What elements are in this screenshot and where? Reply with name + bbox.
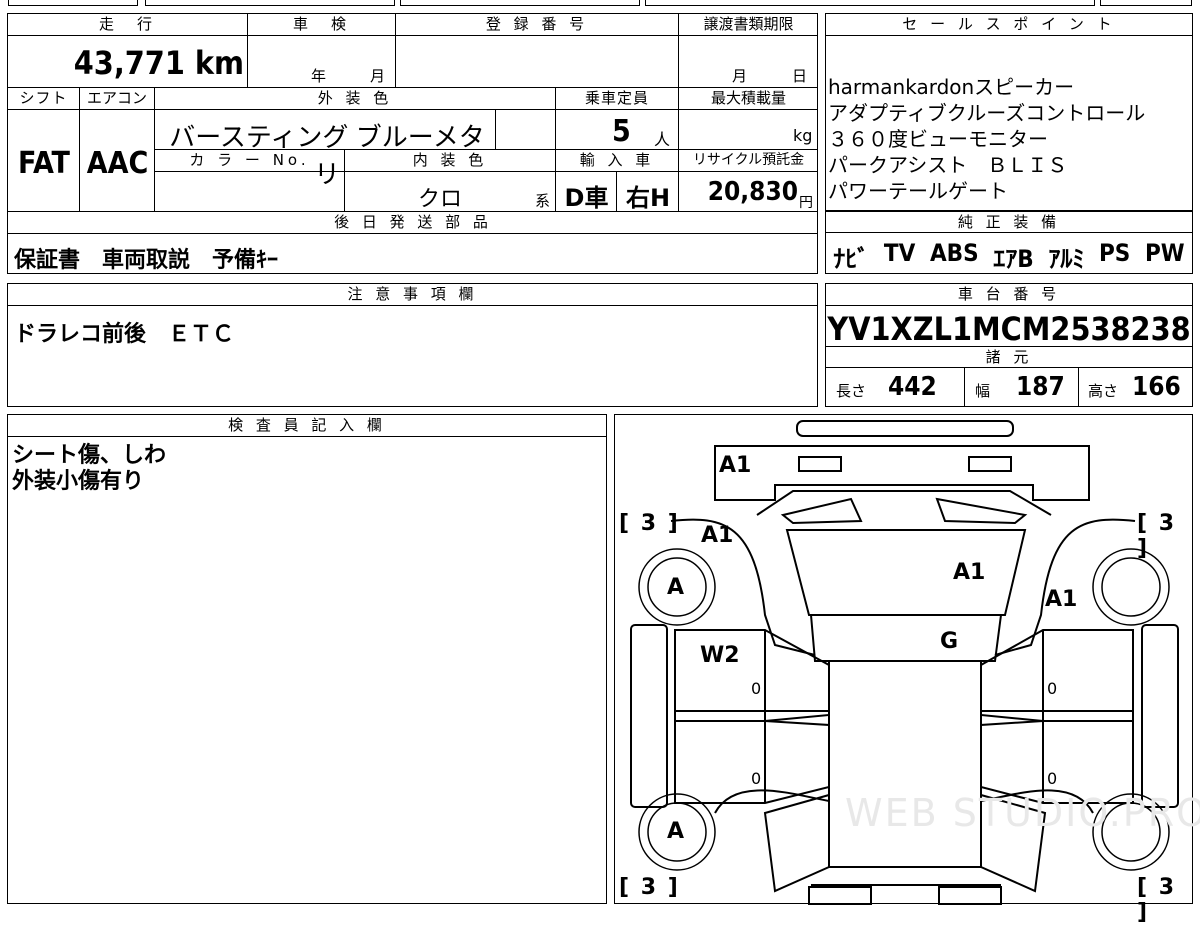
door-zero: 0 <box>751 769 762 788</box>
mark-tire-front: A <box>667 575 685 600</box>
inspector-box: 検 査 員 記 入 欄 シート傷、しわ 外装小傷有り <box>7 414 607 904</box>
height-label: 高さ <box>1088 382 1119 400</box>
max-load-unit: kg <box>793 126 813 145</box>
mileage-value: 43,771 km <box>73 44 244 82</box>
equipment-item: ABS <box>929 239 979 267</box>
watermark: WEB STUDIO.PRO <box>845 791 1200 835</box>
mark-front-right: A1 <box>1045 587 1078 612</box>
sales-point-item: アダプティブクルーズコントロール <box>828 101 1146 125</box>
recycle-value: 20,830 <box>707 177 798 207</box>
color-no-header: カ ラ ー No. <box>155 150 345 172</box>
equipment-item: ﾅﾋﾞ <box>833 245 870 273</box>
tread-rear-left: [ 3 ] <box>619 875 680 900</box>
mileage-header: 走 行 <box>8 14 248 36</box>
interior-color-suffix: 系 <box>535 192 551 210</box>
inspector-header: 検 査 員 記 入 欄 <box>8 415 606 437</box>
registration-value <box>396 36 679 88</box>
mark-front-bumper: A1 <box>719 453 752 478</box>
width-value: 187 <box>1016 372 1065 402</box>
notes-box: 注 意 事 項 欄 ドラレコ前後 ＥＴＣ <box>7 283 818 407</box>
mark-front-left: A1 <box>701 523 734 548</box>
aircon-header: エアコン <box>80 88 155 110</box>
chassis-box: 車 台 番 号 YV1XZL1MCM2538238 諸 元 長さ 442 幅 1… <box>825 283 1193 407</box>
mark-hood: A1 <box>953 560 986 585</box>
height-value: 166 <box>1132 372 1181 402</box>
transfer-deadline-header: 譲渡書類期限 <box>679 14 818 36</box>
equipment-box: 純 正 装 備 ﾅﾋﾞ TV ABS ｴｱB ｱﾙﾐ PS PW <box>825 211 1193 274</box>
sales-point-item: ３６０度ビューモニター <box>828 127 1048 151</box>
equipment-item: TV <box>883 239 916 267</box>
inspector-notes: シート傷、しわ 外装小傷有り <box>12 443 166 495</box>
capacity-header: 乗車定員 <box>556 88 679 110</box>
import-header: 輸 入 車 <box>556 150 679 172</box>
sales-point-header: セ ー ル ス ポ イ ン ト <box>826 14 1192 36</box>
chassis-number: YV1XZL1MCM2538238 <box>827 310 1191 348</box>
door-zero: 0 <box>1047 769 1058 788</box>
color-no-value <box>155 172 345 212</box>
inspection-month-label: 月 <box>370 67 386 85</box>
inspection-year-label: 年 <box>311 67 327 85</box>
import-dealer-value: D車 <box>564 184 609 212</box>
import-handle-value: 右H <box>625 184 671 212</box>
exterior-color-header: 外 装 色 <box>155 88 556 110</box>
equipment-header: 純 正 装 備 <box>826 211 1192 233</box>
max-load-header: 最大積載量 <box>679 88 818 110</box>
door-zero: 0 <box>751 679 762 698</box>
sales-point-item: パワーテールゲート <box>828 179 1008 203</box>
width-label: 幅 <box>975 382 991 400</box>
tread-rear-right: [ 3 ] <box>1137 875 1177 925</box>
tread-front-left: [ 3 ] <box>619 511 680 536</box>
inspector-note-line: シート傷、しわ <box>12 443 167 468</box>
transfer-month-label: 月 <box>732 67 748 85</box>
interior-color-header: 内 装 色 <box>345 150 556 172</box>
capacity-value: 5 <box>612 114 631 149</box>
sales-point-item: harmankardonスピーカー <box>828 75 1075 99</box>
aircon-value: AAC <box>86 146 149 181</box>
equipment-item: ｴｱB <box>993 245 1034 273</box>
equipment-item: PW <box>1144 239 1185 267</box>
capacity-unit: 人 <box>654 130 671 149</box>
car-diagram: A1 A1 A1 A1 G W2 A A [ 3 ] [ 3 ] [ 3 ] [… <box>614 414 1200 925</box>
sales-point-item: パークアシスト ＢＬＩＳ <box>828 153 1068 177</box>
length-label: 長さ <box>836 382 867 400</box>
sales-point-box: セ ー ル ス ポ イ ン ト harmankardonスピーカー アダプティブ… <box>825 13 1193 211</box>
recycle-header: リサイクル預託金 <box>679 150 818 172</box>
inspection-header: 車 検 <box>248 14 396 36</box>
registration-header: 登 録 番 号 <box>396 14 679 36</box>
vehicle-info-table: 走 行 車 検 登 録 番 号 譲渡書類期限 43,771 km 年 月 月 日… <box>7 13 818 274</box>
door-zero: 0 <box>1047 679 1058 698</box>
inspector-note-line: 外装小傷有り <box>12 469 145 494</box>
mark-door: W2 <box>700 643 740 668</box>
shift-value: FAT <box>18 146 70 181</box>
equipment-list: ﾅﾋﾞ TV ABS ｴｱB ｱﾙﾐ PS PW <box>826 239 1192 274</box>
shift-header: シフト <box>8 88 80 110</box>
transfer-day-label: 日 <box>792 67 808 85</box>
mark-tire-rear: A <box>667 819 685 844</box>
specs-header: 諸 元 <box>826 346 1192 368</box>
tread-front-right: [ 3 ] <box>1137 511 1177 561</box>
later-parts-value: 保証書 車両取説 予備ｷｰ <box>14 248 279 273</box>
later-parts-header: 後 日 発 送 部 品 <box>8 212 818 234</box>
length-value: 442 <box>888 372 937 402</box>
recycle-unit: 円 <box>799 195 813 211</box>
notes-value: ドラレコ前後 ＥＴＣ <box>14 322 235 347</box>
interior-color-value: クロ <box>418 187 463 212</box>
chassis-header: 車 台 番 号 <box>826 284 1192 306</box>
mark-windshield: G <box>940 629 959 654</box>
top-cutoff-strip <box>0 0 1200 6</box>
sales-point-list: harmankardonスピーカー アダプティブクルーズコントロール ３６０度ビ… <box>828 74 1192 204</box>
equipment-item: PS <box>1098 239 1131 267</box>
equipment-item: ｱﾙﾐ <box>1048 245 1085 273</box>
notes-header: 注 意 事 項 欄 <box>8 284 817 306</box>
